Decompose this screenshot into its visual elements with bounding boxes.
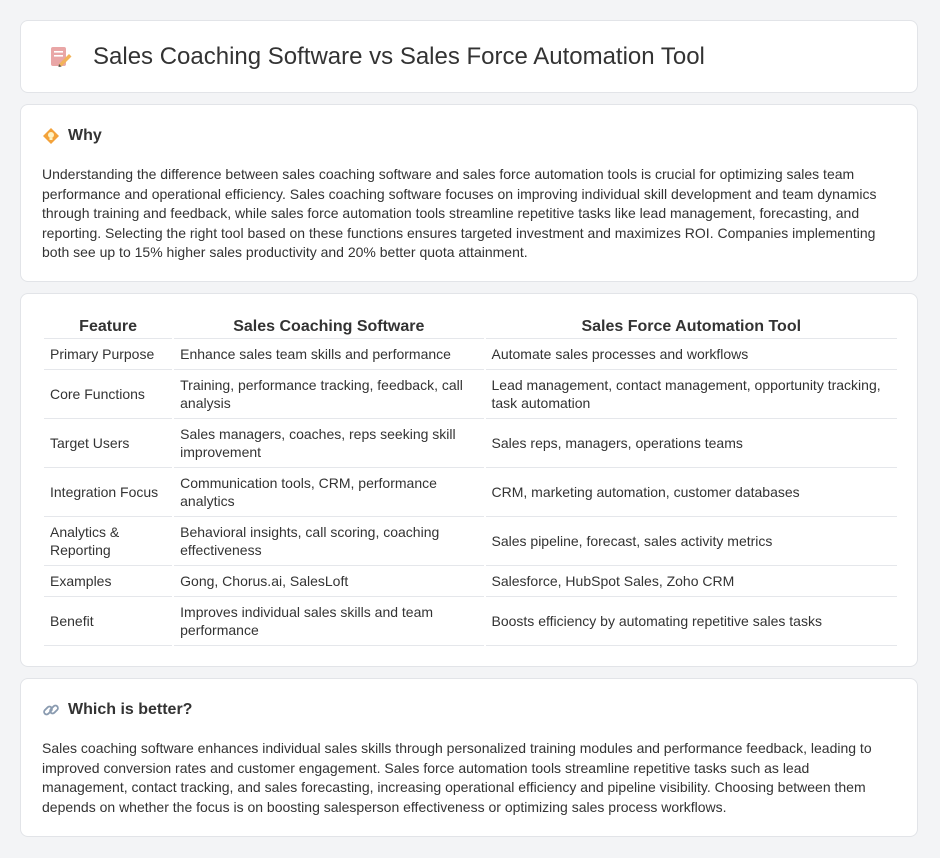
header-automation: Sales Force Automation Tool — [485, 314, 897, 339]
edit-document-icon — [51, 47, 72, 67]
table-row: Benefit Improves individual sales skills… — [44, 597, 897, 646]
title-row: Sales Coaching Software vs Sales Force A… — [47, 43, 705, 71]
header-coaching: Sales Coaching Software — [174, 314, 484, 339]
row-automation: Salesforce, HubSpot Sales, Zoho CRM — [485, 566, 897, 597]
better-body: Sales coaching software enhances individ… — [42, 740, 872, 815]
why-heading: Why — [42, 127, 102, 145]
row-automation: Sales pipeline, forecast, sales activity… — [485, 517, 897, 566]
why-body: Understanding the difference between sal… — [42, 166, 877, 261]
row-feature: Benefit — [44, 597, 173, 646]
row-automation: Sales reps, managers, operations teams — [485, 419, 897, 468]
row-automation: Lead management, contact management, opp… — [485, 370, 897, 419]
row-feature: Analytics & Reporting — [44, 517, 173, 566]
row-automation: Automate sales processes and workflows — [485, 339, 897, 370]
row-automation: CRM, marketing automation, customer data… — [485, 468, 897, 517]
row-coaching: Training, performance tracking, feedback… — [174, 370, 484, 419]
better-card: Which is better? Sales coaching software… — [20, 678, 918, 837]
header-feature: Feature — [44, 314, 173, 339]
lightbulb-icon — [43, 128, 59, 144]
row-coaching: Gong, Chorus.ai, SalesLoft — [174, 566, 484, 597]
row-coaching: Sales managers, coaches, reps seeking sk… — [174, 419, 484, 468]
link-icon — [43, 704, 59, 716]
table-row: Analytics & Reporting Behavioral insight… — [44, 517, 897, 566]
table-row: Integration Focus Communication tools, C… — [44, 468, 897, 517]
page-title: Sales Coaching Software vs Sales Force A… — [93, 43, 705, 70]
row-feature: Integration Focus — [44, 468, 173, 517]
row-feature: Target Users — [44, 419, 173, 468]
table-row: Core Functions Training, performance tra… — [44, 370, 897, 419]
better-heading: Which is better? — [42, 701, 192, 719]
row-coaching: Communication tools, CRM, performance an… — [174, 468, 484, 517]
comparison-card: Feature Sales Coaching Software Sales Fo… — [20, 293, 918, 667]
row-coaching: Behavioral insights, call scoring, coach… — [174, 517, 484, 566]
row-feature: Primary Purpose — [44, 339, 173, 370]
table-row: Target Users Sales managers, coaches, re… — [44, 419, 897, 468]
why-title: Why — [68, 127, 102, 144]
row-automation: Boosts efficiency by automating repetiti… — [485, 597, 897, 646]
table-row: Primary Purpose Enhance sales team skill… — [44, 339, 897, 370]
row-coaching: Improves individual sales skills and tea… — [174, 597, 484, 646]
comparison-table: Feature Sales Coaching Software Sales Fo… — [42, 314, 899, 646]
table-header-row: Feature Sales Coaching Software Sales Fo… — [44, 314, 897, 339]
row-feature: Core Functions — [44, 370, 173, 419]
better-title: Which is better? — [68, 701, 193, 718]
row-feature: Examples — [44, 566, 173, 597]
table-row: Examples Gong, Chorus.ai, SalesLoft Sale… — [44, 566, 897, 597]
header-card: Sales Coaching Software vs Sales Force A… — [20, 20, 918, 93]
row-coaching: Enhance sales team skills and performanc… — [174, 339, 484, 370]
why-card: Why Understanding the difference between… — [20, 104, 918, 282]
